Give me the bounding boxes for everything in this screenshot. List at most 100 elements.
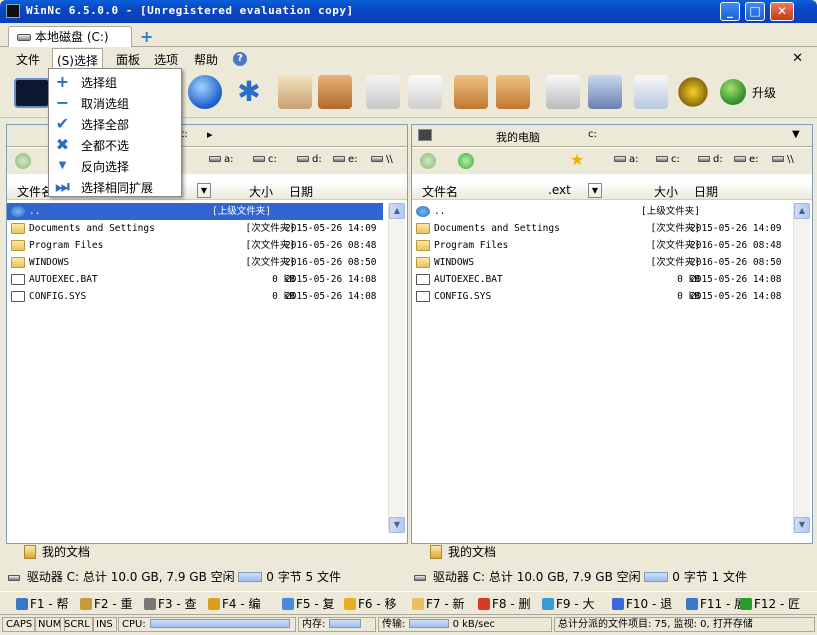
upgrade-icon[interactable] (720, 79, 746, 105)
left-drive-e[interactable]: e: (333, 154, 358, 165)
function-key-7[interactable]: F7 - 新 (412, 595, 465, 612)
close-button[interactable]: ✕ (770, 2, 794, 21)
menu-close-icon[interactable]: ✕ (792, 51, 803, 66)
right-drive-a[interactable]: a: (614, 154, 639, 165)
unlock-icon[interactable] (496, 75, 530, 109)
select-menu-item[interactable]: ▼ 反向选择 (49, 155, 181, 176)
globe-icon[interactable] (188, 75, 222, 109)
right-col-name[interactable]: 文件名 (422, 183, 458, 200)
right-drive-c[interactable]: c: (656, 154, 680, 165)
function-key-icon (686, 598, 698, 610)
folder-icon (11, 257, 25, 268)
function-key-label: F10 - 退 (626, 597, 673, 611)
left-drive-c[interactable]: c: (253, 154, 277, 165)
left-back-icon[interactable] (15, 153, 31, 169)
file-row[interactable]: WINDOWS [次文件夹] 2016-05-26 08:50 (412, 254, 812, 271)
left-col-size[interactable]: 大小 (249, 183, 273, 200)
file-row[interactable]: Program Files [次文件夹] 2016-05-26 08:48 (7, 237, 407, 254)
mail-icon[interactable] (278, 75, 312, 109)
file-row[interactable]: Program Files [次文件夹] 2016-05-26 08:48 (412, 237, 812, 254)
right-documents-tab[interactable]: 我的文档 (420, 543, 515, 563)
file-row[interactable]: .. [上级文件夹] (7, 203, 383, 220)
file-row[interactable]: Documents and Settings [次文件夹] 2015-05-26 1… (412, 220, 812, 237)
left-ext-dropdown-icon[interactable]: ▼ (197, 183, 211, 198)
select-menu-item[interactable]: ✔ 选择全部 (49, 113, 181, 134)
presentation-icon[interactable] (546, 75, 580, 109)
function-key-3[interactable]: F3 - 查 (144, 595, 197, 612)
right-ext-dropdown-icon[interactable]: ▼ (588, 183, 602, 198)
function-key-11[interactable]: F11 - 展 (686, 595, 746, 612)
right-col-date[interactable]: 日期 (694, 183, 718, 200)
select-menu-item[interactable]: + 选择组 (49, 71, 181, 92)
drive-icon (8, 575, 20, 581)
help-icon[interactable]: ? (233, 52, 247, 66)
menu-options[interactable]: 选项 (154, 51, 178, 68)
menu-help[interactable]: 帮助 (194, 51, 218, 68)
left-drive-a[interactable]: a: (209, 154, 234, 165)
function-key-1[interactable]: F1 - 帮 (16, 595, 69, 612)
console-small-icon[interactable] (418, 129, 432, 141)
right-path-computer[interactable]: 我的电脑 (496, 129, 540, 145)
copy-icon[interactable] (408, 75, 442, 109)
network-icon[interactable]: ✱ (232, 75, 266, 109)
left-drive-network[interactable]: \\ (371, 154, 393, 165)
file-row[interactable]: CONFIG.SYS 0 kB 2015-05-26 14:08 (7, 288, 407, 305)
function-key-10[interactable]: F10 - 退 (612, 595, 672, 612)
scrl-indicator: SCRL (60, 617, 94, 632)
tools-icon[interactable] (588, 75, 622, 109)
lock-icon[interactable] (454, 75, 488, 109)
right-drive-d[interactable]: d: (698, 154, 723, 165)
function-key-5[interactable]: F5 - 复 (282, 595, 335, 612)
maximize-button[interactable]: □ (745, 2, 765, 21)
package-icon[interactable] (318, 75, 352, 109)
left-col-date[interactable]: 日期 (289, 183, 313, 200)
left-scrollbar[interactable]: ▲ ▼ (388, 203, 405, 533)
favorites-star-icon[interactable]: ★ (570, 150, 584, 169)
search-document-icon[interactable] (634, 75, 668, 109)
menu-select[interactable]: (S)选择 (52, 48, 103, 70)
upgrade-button[interactable]: 升级 (752, 84, 776, 101)
scroll-up-icon[interactable]: ▲ (389, 203, 405, 219)
select-menu-item[interactable]: − 取消选组 (49, 92, 181, 113)
function-key-2[interactable]: F2 - 重 (80, 595, 133, 612)
parent-folder-icon (11, 206, 25, 217)
bug-icon[interactable] (676, 75, 710, 109)
file-row[interactable]: AUTOEXEC.BAT 0 kB 2015-05-26 14:08 (7, 271, 407, 288)
menu-panel[interactable]: 面板 (116, 51, 140, 68)
right-drive-network[interactable]: \\ (772, 154, 794, 165)
app-icon (6, 4, 20, 18)
left-path-arrow-icon[interactable]: ▸ (207, 128, 213, 141)
console-icon[interactable] (14, 78, 50, 108)
right-col-ext[interactable]: .ext (548, 183, 571, 197)
right-back-icon[interactable] (420, 153, 436, 169)
function-key-9[interactable]: F9 - 大 (542, 595, 595, 612)
select-menu-item[interactable]: ⏭ 选择相同扩展 (49, 176, 181, 197)
scroll-down-icon[interactable]: ▼ (794, 517, 810, 533)
cut-icon[interactable] (366, 75, 400, 109)
right-path-dropdown-icon[interactable]: ▼ (792, 129, 800, 140)
minimize-button[interactable]: _ (720, 2, 740, 21)
add-tab-icon[interactable]: + (140, 27, 153, 46)
file-row[interactable]: AUTOEXEC.BAT 0 kB 2015-05-26 14:08 (412, 271, 812, 288)
right-forward-icon[interactable] (458, 153, 474, 169)
scroll-up-icon[interactable]: ▲ (794, 203, 810, 219)
right-col-size[interactable]: 大小 (654, 183, 678, 200)
function-key-8[interactable]: F8 - 删 (478, 595, 531, 612)
left-documents-tab[interactable]: 我的文档 (14, 543, 109, 563)
function-key-12[interactable]: F12 - 匠 (740, 595, 800, 612)
right-path-drive[interactable]: c: (588, 129, 597, 140)
menu-file[interactable]: 文件 (16, 51, 40, 68)
file-row[interactable]: Documents and Settings [次文件夹] 2015-05-26 1… (7, 220, 407, 237)
left-drive-d[interactable]: d: (297, 154, 322, 165)
function-key-4[interactable]: F4 - 编 (208, 595, 261, 612)
select-menu-item[interactable]: ✖ 全都不选 (49, 134, 181, 155)
right-scrollbar[interactable]: ▲ ▼ (793, 203, 810, 533)
scroll-down-icon[interactable]: ▼ (389, 517, 405, 533)
file-row[interactable]: WINDOWS [次文件夹] 2016-05-26 08:50 (7, 254, 407, 271)
right-drive-e[interactable]: e: (734, 154, 759, 165)
select-menu-label: 取消选组 (81, 97, 130, 111)
file-row[interactable]: CONFIG.SYS 0 kB 2015-05-26 14:08 (412, 288, 812, 305)
file-row[interactable]: .. [上级文件夹] (412, 203, 812, 220)
tab-local-disk[interactable]: 本地磁盘 (C:) (8, 26, 132, 47)
function-key-6[interactable]: F6 - 移 (344, 595, 397, 612)
